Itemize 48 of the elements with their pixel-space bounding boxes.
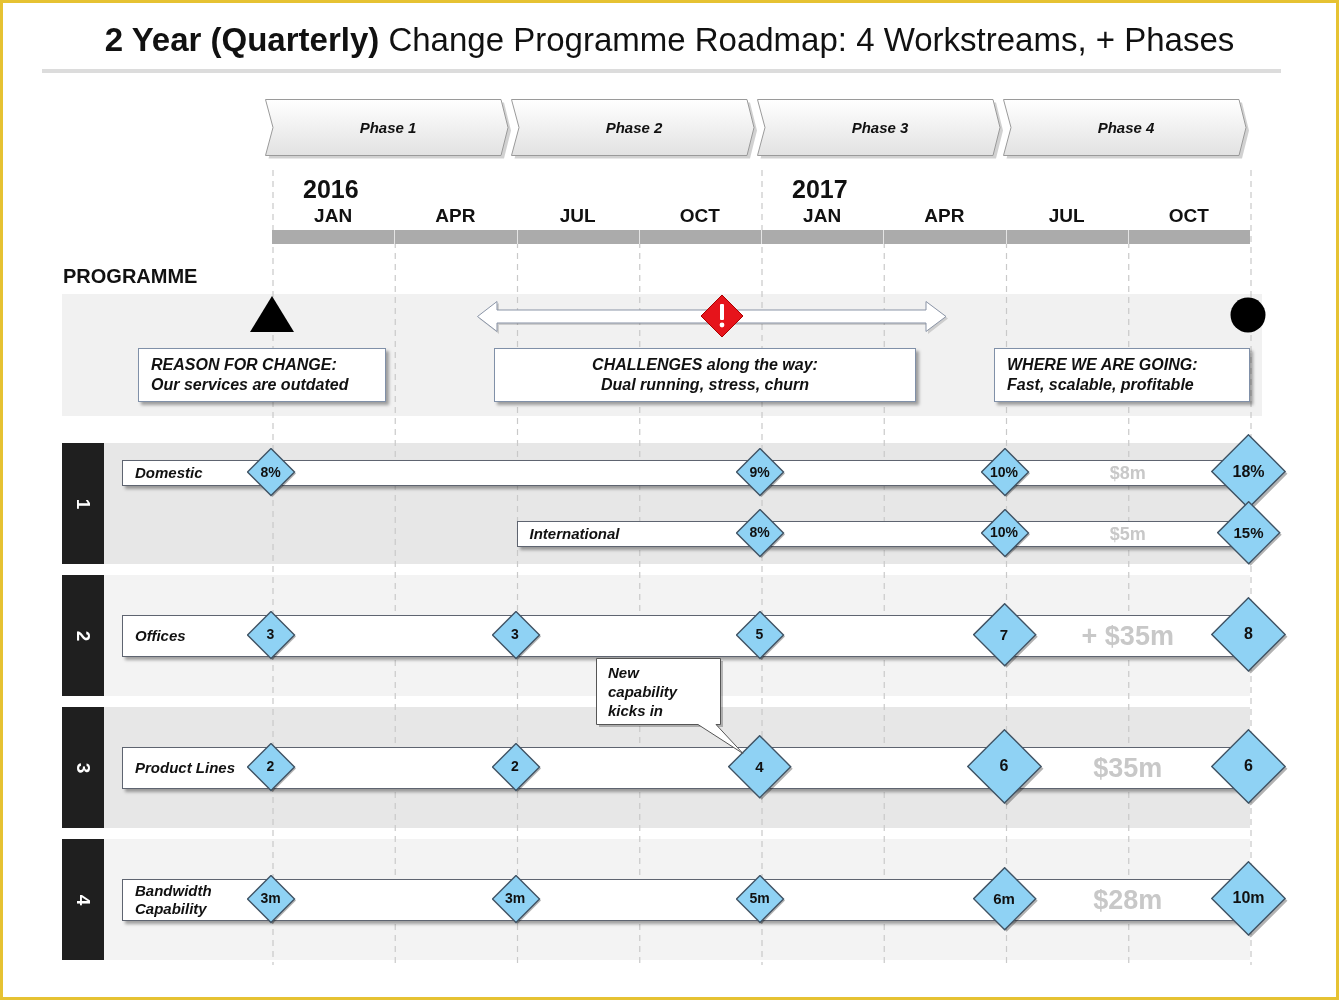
milestone-diamond: 6 [1211,728,1289,807]
month-label: JUL [1048,205,1085,226]
milestone-diamond: 10% [980,448,1031,499]
milestone-diamond: 6 [966,728,1045,807]
workstream-number: 3 [62,707,104,828]
milestone-diamond: 5 [736,610,786,661]
milestone-diamond: 3m [491,874,542,925]
phase-chevron: Phase 4 [1003,99,1249,159]
milestone-diamond: 7 [972,602,1039,669]
month-label: JAN [314,205,353,226]
workstream-number: 2 [62,575,104,696]
chart-title: 2 Year (Quarterly) Change Programme Roadmap: 4 Workstreams, + Phases [104,20,1235,60]
workstream-number: 1 [62,443,104,564]
programme-note: REASON FOR CHANGE: Our services are outdated [138,348,386,402]
month-label: JUL [559,205,596,226]
programme-note: WHERE WE ARE GOING: Fast, scalable, profitable [994,348,1250,402]
milestone-diamond: 4 [728,734,794,801]
month-label: APR [435,205,476,226]
milestone-diamond: 5m [736,874,786,925]
milestone-diamond: 9% [736,448,786,499]
phase-chevron: Phase 2 [511,99,757,159]
milestone-diamond: 6m [972,866,1039,933]
milestone-diamond: 3m [247,874,297,925]
milestone-diamond: 15% [1217,500,1283,567]
programme-note: CHALLENGES along the way: Dual running, stress, churn [494,348,916,402]
milestone-diamond: 10m [1211,860,1289,939]
milestone-diamond: 2 [247,742,297,793]
triangle-icon [250,296,294,332]
warning-icon [699,294,744,338]
milestone-diamond: 3 [247,610,297,661]
callout-note: New capability kicks in [596,657,744,754]
month-label: OCT [679,205,720,226]
milestone-diamond: 3 [491,610,542,661]
month-label: JAN [803,205,842,226]
milestone-diamond: 10% [980,508,1031,559]
circle-icon [1230,297,1266,333]
milestone-diamond: 2 [491,742,542,793]
year-label: 2016 [303,175,359,203]
year-label: 2017 [792,175,848,203]
milestone-diamond: 8 [1211,596,1289,675]
section-label: PROGRAMME [63,264,198,289]
phase-chevron: Phase 3 [757,99,1003,159]
phase-chevron: Phase 1 [265,99,511,159]
milestone-diamond: 8% [247,448,297,499]
milestone-diamond: 8% [736,508,786,559]
workstream-number: 4 [62,839,104,960]
month-label: OCT [1168,205,1209,226]
month-label: APR [924,205,965,226]
